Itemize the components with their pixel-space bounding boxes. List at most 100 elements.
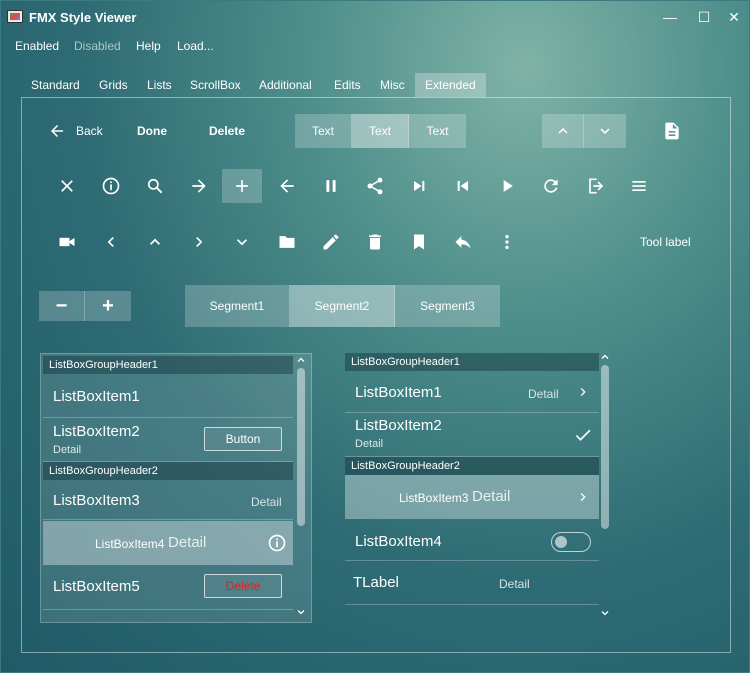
refresh-button[interactable] — [531, 169, 571, 203]
scroll-down-icon[interactable] — [294, 606, 308, 618]
list-item-detail: Detail — [472, 488, 511, 505]
list-item[interactable]: TLabel Detail — [345, 561, 599, 605]
list-item[interactable]: ListBoxItem4 — [345, 519, 599, 561]
list-item-label: ListBoxItem4 — [355, 533, 442, 550]
back-button[interactable]: Back — [48, 121, 108, 141]
list-item-label: ListBoxItem1 — [53, 388, 140, 405]
pencil-icon — [323, 234, 339, 250]
scroll-down-icon[interactable] — [598, 607, 612, 619]
list-item-button[interactable]: Button — [204, 427, 282, 451]
plus-button[interactable]: + — [85, 291, 131, 321]
minus-button[interactable]: − — [39, 291, 85, 321]
app-icon — [7, 10, 23, 23]
menu-button[interactable] — [619, 169, 659, 203]
group-header: ListBoxGroupHeader1 — [345, 353, 599, 371]
chevron-right-button[interactable] — [179, 225, 219, 259]
checkmark-icon — [575, 429, 591, 441]
list-item[interactable]: ListBoxItem2 Detail — [345, 413, 599, 457]
tab-additional[interactable]: Additional — [249, 73, 322, 97]
text-segment-1[interactable]: Text — [295, 114, 352, 148]
toggle-switch[interactable] — [551, 532, 591, 552]
listbox-right[interactable]: ListBoxGroupHeader1 ListBoxItem1 Detail … — [342, 351, 614, 623]
minimize-button[interactable]: — — [659, 7, 681, 27]
chevron-up-button[interactable] — [135, 225, 175, 259]
skip-next-button[interactable] — [399, 169, 439, 203]
scrollbar-thumb[interactable] — [297, 368, 305, 526]
menu-load[interactable]: Load... — [177, 39, 214, 53]
back-icon-button[interactable] — [267, 169, 307, 203]
chevron-down-button[interactable] — [222, 225, 262, 259]
list-item-selected[interactable]: ListBoxItem3 Detail — [345, 475, 599, 519]
segment-3[interactable]: Segment3 — [395, 285, 500, 327]
list-item-selected[interactable]: ListBoxItem4 Detail — [43, 521, 293, 565]
done-button[interactable]: Done — [137, 124, 167, 138]
list-item-label: ListBoxItem1 — [355, 384, 442, 401]
document-button[interactable] — [652, 114, 692, 148]
delete-button[interactable]: Delete — [209, 124, 245, 138]
menu-enabled[interactable]: Enabled — [15, 39, 59, 53]
info-icon[interactable] — [267, 533, 287, 553]
list-item[interactable]: ListBoxItem3 Detail — [43, 480, 293, 520]
scroll-up-icon[interactable] — [598, 351, 612, 363]
list-item-delete-button[interactable]: Delete — [204, 574, 282, 598]
text-segment-2[interactable]: Text — [352, 114, 409, 148]
pause-button[interactable] — [311, 169, 351, 203]
edit-button[interactable] — [311, 225, 351, 259]
tab-edits[interactable]: Edits — [324, 73, 371, 97]
scrollbar[interactable] — [297, 354, 305, 622]
group-header: ListBoxGroupHeader2 — [43, 462, 293, 480]
menu-help[interactable]: Help — [136, 39, 161, 53]
tab-standard[interactable]: Standard — [21, 73, 90, 97]
list-item[interactable]: ListBoxItem1 — [43, 374, 293, 418]
more-button[interactable] — [487, 225, 527, 259]
scrollbar[interactable] — [601, 351, 609, 621]
tab-scrollbox[interactable]: ScrollBox — [180, 73, 251, 97]
tab-extended[interactable]: Extended — [415, 73, 486, 97]
info-button[interactable] — [91, 169, 131, 203]
menu-icon — [632, 181, 646, 191]
up-button[interactable] — [542, 114, 584, 148]
skip-previous-icon — [457, 181, 468, 191]
scroll-up-icon[interactable] — [294, 354, 308, 366]
reply-button[interactable] — [443, 225, 483, 259]
down-button[interactable] — [584, 114, 626, 148]
exit-icon — [589, 178, 604, 194]
segment-1[interactable]: Segment1 — [185, 285, 290, 327]
tab-lists[interactable]: Lists — [137, 73, 182, 97]
add-button[interactable] — [222, 169, 262, 203]
tab-grids[interactable]: Grids — [89, 73, 138, 97]
bookmark-icon — [414, 234, 424, 250]
more-vertical-icon — [505, 234, 509, 250]
list-item-detail: Detail — [355, 438, 384, 450]
segment-2[interactable]: Segment2 — [290, 285, 395, 327]
listbox-left[interactable]: ListBoxGroupHeader1 ListBoxItem1 ListBox… — [40, 353, 312, 623]
chevron-left-button[interactable] — [91, 225, 131, 259]
close-window-button[interactable]: ✕ — [723, 7, 745, 27]
up-down-group — [542, 114, 626, 148]
arrow-left-icon — [280, 179, 294, 193]
bookmark-button[interactable] — [399, 225, 439, 259]
play-button[interactable] — [487, 169, 527, 203]
segmented-control: Segment1 Segment2 Segment3 — [185, 285, 500, 327]
chevron-down-icon — [600, 128, 610, 134]
list-item[interactable]: ListBoxItem2 Detail Button — [43, 418, 293, 462]
folder-button[interactable] — [267, 225, 307, 259]
exit-button[interactable] — [575, 169, 615, 203]
tab-misc[interactable]: Misc — [370, 73, 415, 97]
title-bar: FMX Style Viewer — ☐ ✕ — [1, 1, 749, 33]
list-item[interactable]: ListBoxItem1 Detail — [345, 371, 599, 413]
search-button[interactable] — [135, 169, 175, 203]
skip-previous-button[interactable] — [443, 169, 483, 203]
share-button[interactable] — [355, 169, 395, 203]
close-button[interactable] — [47, 169, 87, 203]
skip-next-icon — [414, 181, 425, 191]
refresh-icon — [544, 179, 558, 193]
text-segment-3[interactable]: Text — [409, 114, 466, 148]
forward-button[interactable] — [179, 169, 219, 203]
list-item[interactable]: ListBoxItem5 Delete — [43, 566, 293, 610]
camera-button[interactable] — [47, 225, 87, 259]
scrollbar-thumb[interactable] — [601, 365, 609, 529]
maximize-button[interactable]: ☐ — [693, 7, 715, 27]
trash-button[interactable] — [355, 225, 395, 259]
menu-disabled: Disabled — [74, 39, 121, 53]
